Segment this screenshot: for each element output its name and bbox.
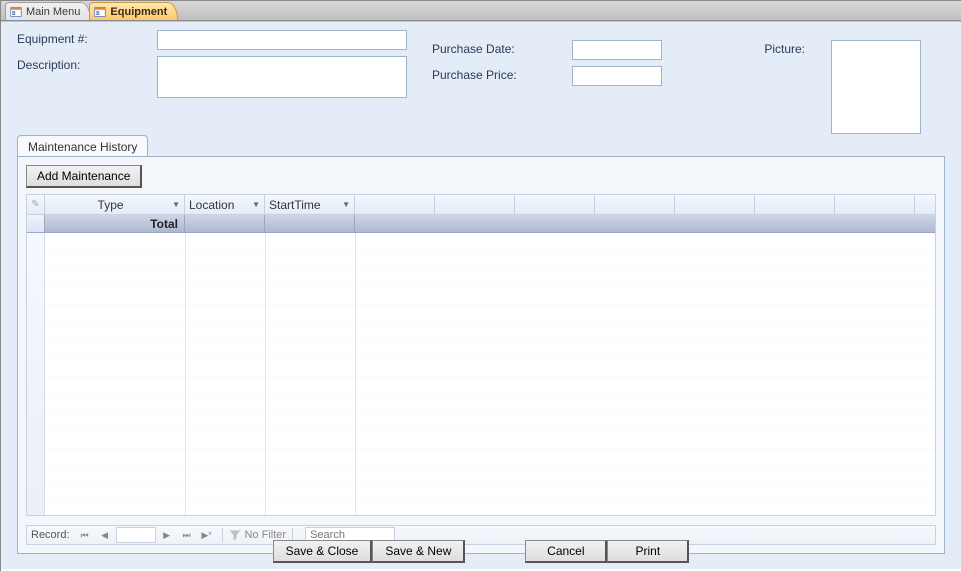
- maintenance-tab-body: Add Maintenance ✎ Type ▼ Location ▼: [17, 156, 945, 554]
- chevron-down-icon[interactable]: ▼: [252, 200, 260, 209]
- description-input[interactable]: [157, 56, 407, 98]
- column-header-starttime[interactable]: StartTime ▼: [265, 195, 355, 214]
- tab-maintenance-history[interactable]: Maintenance History: [17, 135, 148, 157]
- save-new-button[interactable]: Save & New: [372, 540, 465, 563]
- totals-row-handle: [27, 215, 45, 232]
- tab-maintenance-history-label: Maintenance History: [28, 140, 137, 154]
- save-close-button[interactable]: Save & Close: [273, 540, 373, 563]
- column-header-location[interactable]: Location ▼: [185, 195, 265, 214]
- tab-equipment[interactable]: Equipment: [89, 2, 178, 20]
- totals-label: Total: [45, 215, 185, 232]
- picture-box[interactable]: [831, 40, 921, 134]
- equipment-number-label: Equipment #:: [17, 30, 137, 46]
- print-button[interactable]: Print: [607, 540, 689, 563]
- form-icon: [94, 6, 106, 18]
- description-label: Description:: [17, 56, 137, 72]
- chevron-down-icon[interactable]: ▼: [342, 200, 350, 209]
- tab-equipment-label: Equipment: [110, 6, 167, 18]
- add-maintenance-button[interactable]: Add Maintenance: [26, 165, 142, 188]
- grid-header: ✎ Type ▼ Location ▼ StartTime ▼: [27, 195, 935, 215]
- pencil-icon: ✎: [31, 199, 39, 210]
- purchase-fields: Purchase Date: Purchase Price:: [432, 40, 662, 92]
- form-header-fields: Equipment #: Description: Purchase Date:…: [17, 30, 945, 126]
- form-action-buttons: Save & Close Save & New Cancel Print: [1, 540, 961, 563]
- equipment-number-input[interactable]: [157, 30, 407, 50]
- picture-label: Picture:: [764, 42, 805, 56]
- purchase-date-input[interactable]: [572, 40, 662, 60]
- chevron-down-icon[interactable]: ▼: [172, 200, 180, 209]
- tab-main-menu-label: Main Menu: [26, 6, 80, 18]
- purchase-price-input[interactable]: [572, 66, 662, 86]
- purchase-date-label: Purchase Date:: [432, 40, 552, 56]
- equipment-form-window: Main Menu Equipment Equipment #: Descrip…: [0, 0, 961, 571]
- form-area: Equipment #: Description: Purchase Date:…: [1, 21, 961, 569]
- grid-totals-row: Total: [27, 215, 935, 233]
- totals-starttime: [265, 215, 355, 232]
- document-tabstrip: Main Menu Equipment: [1, 1, 961, 21]
- grid-header-blank: [355, 195, 935, 214]
- tab-main-menu[interactable]: Main Menu: [5, 2, 91, 20]
- maintenance-grid[interactable]: ✎ Type ▼ Location ▼ StartTime ▼: [26, 194, 936, 516]
- grid-body[interactable]: [27, 233, 935, 516]
- maintenance-tabset: Maintenance History Add Maintenance ✎ Ty…: [17, 134, 945, 554]
- purchase-price-label: Purchase Price:: [432, 66, 552, 82]
- totals-location: [185, 215, 265, 232]
- column-header-type[interactable]: Type ▼: [45, 195, 185, 214]
- cancel-button[interactable]: Cancel: [525, 540, 607, 563]
- grid-select-all[interactable]: ✎: [27, 195, 45, 214]
- row-handles: [27, 233, 45, 516]
- form-icon: [10, 6, 22, 18]
